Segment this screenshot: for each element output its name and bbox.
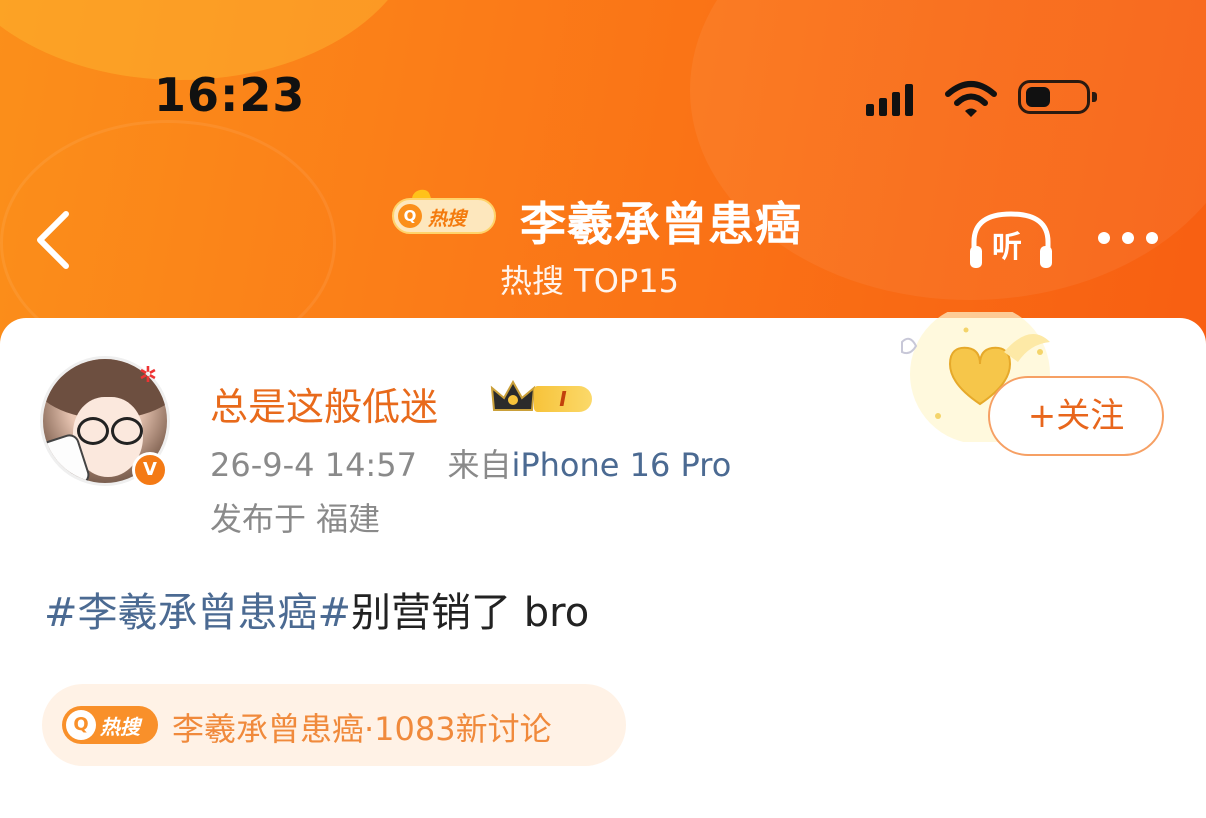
- post-time: 26-9-4 14:57: [210, 446, 417, 484]
- device-link[interactable]: iPhone 16 Pro: [511, 446, 731, 484]
- post-body: #李羲承曾患癌#别营销了 bro: [44, 580, 589, 638]
- hashtag-link[interactable]: #李羲承曾患癌#: [44, 590, 351, 636]
- search-icon: Q: [398, 204, 422, 228]
- page-subtitle[interactable]: 热搜 TOP15: [500, 256, 679, 302]
- header: [0, 0, 1206, 360]
- battery-icon: [1018, 80, 1097, 114]
- follow-button[interactable]: +关注: [988, 376, 1164, 456]
- cellular-signal-icon: [866, 84, 913, 116]
- hot-topic-text: 李羲承曾患癌·1083新讨论: [172, 710, 552, 748]
- crown-icon: [490, 380, 536, 411]
- level-label: I: [534, 386, 592, 412]
- post-meta: 26-9-4 14:57 来自iPhone 16 Pro: [210, 440, 731, 486]
- back-button[interactable]: [32, 208, 72, 272]
- hot-search-badge: Q 热搜: [392, 187, 500, 238]
- header-decoration: [690, 0, 1206, 300]
- listen-label: 听: [992, 230, 1022, 265]
- hot-badge-label: 热搜: [428, 208, 467, 230]
- wifi-icon: [945, 81, 997, 117]
- page-title: 李羲承曾患癌: [520, 197, 802, 251]
- status-time: 16:23: [154, 68, 306, 122]
- dot-icon: [1146, 232, 1158, 244]
- verified-badge: V: [132, 452, 168, 488]
- hot-search-badge: Q 热搜: [62, 706, 158, 744]
- post-text: 别营销了 bro: [351, 590, 590, 636]
- member-level-badge[interactable]: I: [490, 376, 610, 420]
- post-location: 发布于 福建: [210, 500, 381, 538]
- source-prefix: 来自: [447, 446, 512, 484]
- listen-button[interactable]: 听: [968, 210, 1054, 270]
- dot-icon: [1122, 232, 1134, 244]
- more-options-button[interactable]: [1098, 232, 1158, 244]
- anger-emoji-icon: ✲: [138, 363, 158, 388]
- search-icon: Q: [66, 710, 96, 740]
- username[interactable]: 总是这般低迷: [210, 376, 438, 431]
- hot-topic-bar[interactable]: Q 热搜 李羲承曾患癌·1083新讨论: [42, 684, 626, 766]
- dot-icon: [1098, 232, 1110, 244]
- hot-badge-label: 热搜: [100, 715, 140, 739]
